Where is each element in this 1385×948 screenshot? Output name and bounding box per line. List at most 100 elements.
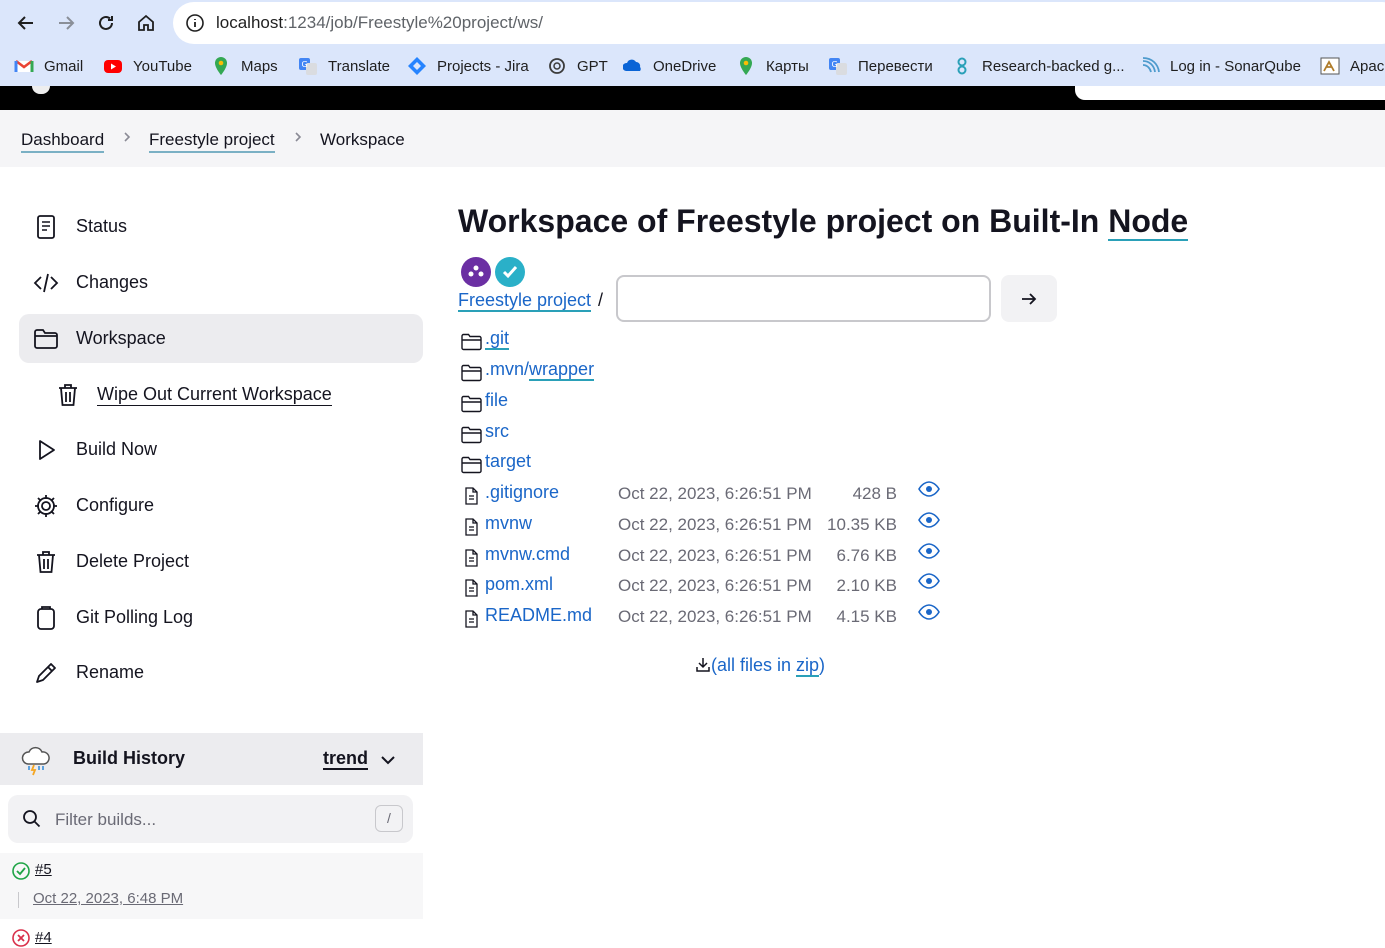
path-root-link[interactable]: Freestyle project xyxy=(458,290,592,312)
breadcrumb: Dashboard Freestyle project Workspace xyxy=(0,110,1385,167)
folder-row[interactable]: src xyxy=(460,421,980,447)
build-row[interactable]: #5 Oct 22, 2023, 6:48 PM xyxy=(0,853,423,919)
check-badge-icon[interactable] xyxy=(495,257,525,287)
sidebar-item-rename[interactable]: Rename xyxy=(19,648,423,697)
folder-link[interactable]: file xyxy=(485,390,508,410)
forward-button[interactable] xyxy=(51,8,81,38)
breadcrumb-freestyle-project[interactable]: Freestyle project xyxy=(149,130,275,153)
sidebar-item-status[interactable]: Status xyxy=(19,202,423,251)
chevron-down-icon[interactable] xyxy=(380,752,396,768)
sidebar-item-label: Rename xyxy=(76,662,145,682)
file-link[interactable]: README.md xyxy=(485,605,592,625)
file-size: 2.10 KB xyxy=(836,576,898,595)
file-date: Oct 22, 2023, 6:26:51 PM xyxy=(618,515,812,534)
chevron-right-icon xyxy=(295,132,302,142)
path-input[interactable] xyxy=(616,275,991,322)
trash-icon xyxy=(59,384,77,406)
sidebar-item-delete-project[interactable]: Delete Project xyxy=(19,537,423,586)
eye-icon[interactable] xyxy=(918,542,940,560)
gmail-icon xyxy=(14,60,34,72)
eye-icon[interactable] xyxy=(918,480,940,498)
file-date: Oct 22, 2023, 6:26:51 PM xyxy=(618,576,812,595)
bookmark-youtube[interactable]: YouTube xyxy=(103,56,192,76)
zip-link[interactable]: zip xyxy=(796,655,820,677)
bookmark-research[interactable]: Research-backed g... xyxy=(952,56,1125,76)
jenkins-logo[interactable] xyxy=(32,86,50,94)
clipboard-icon xyxy=(37,606,55,630)
sidebar-item-label: Delete Project xyxy=(76,551,190,571)
file-row[interactable]: mvnw Oct 22, 2023, 6:26:51 PM 10.35 KB xyxy=(460,511,980,539)
bookmark-maps[interactable]: Maps xyxy=(211,56,278,76)
bookmark-sonarqube[interactable]: Log in - SonarQube xyxy=(1140,56,1301,76)
build-number-link[interactable]: #5 xyxy=(35,861,52,878)
breadcrumb-workspace: Workspace xyxy=(320,130,405,149)
file-row[interactable]: README.md Oct 22, 2023, 6:26:51 PM 4.15 … xyxy=(460,603,980,631)
file-link[interactable]: mvnw xyxy=(485,513,532,533)
home-icon xyxy=(138,14,154,31)
build-row[interactable]: #4 xyxy=(0,921,423,948)
sidebar-item-label: Build Now xyxy=(76,439,158,459)
bookmark-onedrive[interactable]: OneDrive xyxy=(623,56,716,76)
sonarqube-icon xyxy=(1142,57,1160,73)
trend-link[interactable]: trend xyxy=(323,748,368,770)
bookmark-jira[interactable]: Projects - Jira xyxy=(407,56,529,76)
folder-row[interactable]: .mvn/wrapper xyxy=(460,359,980,385)
bookmark-apache[interactable]: Apac xyxy=(1320,56,1384,76)
home-button[interactable] xyxy=(131,8,161,38)
header-search-box[interactable] xyxy=(1075,86,1385,100)
node-link[interactable]: Node xyxy=(1108,203,1189,241)
browser-toolbar: localhost:1234/job/Freestyle%20project/w… xyxy=(0,0,1385,46)
back-button[interactable] xyxy=(11,8,41,38)
translate-icon: G xyxy=(829,58,847,75)
folder-link[interactable]: .git xyxy=(485,328,510,350)
file-row[interactable]: mvnw.cmd Oct 22, 2023, 6:26:51 PM 6.76 K… xyxy=(460,542,980,570)
build-date-link[interactable]: Oct 22, 2023, 6:48 PM xyxy=(33,890,183,907)
bookmark-karty[interactable]: Карты xyxy=(736,56,809,76)
file-row[interactable]: .gitignore Oct 22, 2023, 6:26:51 PM 428 … xyxy=(460,480,980,508)
code-icon xyxy=(33,273,59,293)
file-icon xyxy=(465,487,478,505)
go-button[interactable] xyxy=(1001,275,1057,322)
purple-plugin-icon[interactable] xyxy=(461,257,491,287)
sidebar-item-build-now[interactable]: Build Now xyxy=(19,425,423,474)
bookmark-perevesti[interactable]: G Перевести xyxy=(828,56,933,76)
reload-button[interactable] xyxy=(91,8,121,38)
file-size: 10.35 KB xyxy=(827,515,897,534)
sidebar-item-git-polling-log[interactable]: Git Polling Log xyxy=(19,593,423,642)
build-history-title: Build History xyxy=(73,748,186,768)
folder-link[interactable]: target xyxy=(485,451,531,471)
sidebar-item-wipe-workspace[interactable]: Wipe Out Current Workspace xyxy=(19,370,423,419)
bookmark-translate[interactable]: G Translate xyxy=(298,56,390,76)
play-icon xyxy=(39,440,55,460)
folder-link[interactable]: src xyxy=(485,421,509,441)
subfolder-link[interactable]: wrapper xyxy=(529,359,595,381)
eye-icon[interactable] xyxy=(918,511,940,529)
filter-builds-input[interactable]: Filter builds... / xyxy=(8,795,413,843)
file-link[interactable]: mvnw.cmd xyxy=(485,544,570,564)
folder-row[interactable]: file xyxy=(460,390,980,416)
info-icon[interactable] xyxy=(185,13,205,33)
url-text[interactable]: localhost:1234/job/Freestyle%20project/w… xyxy=(216,13,543,33)
sidebar-item-workspace[interactable]: Workspace xyxy=(19,314,423,363)
eye-icon[interactable] xyxy=(918,572,940,590)
svg-text:G: G xyxy=(832,60,838,69)
sidebar-item-changes[interactable]: Changes xyxy=(19,258,423,307)
address-bar[interactable]: localhost:1234/job/Freestyle%20project/w… xyxy=(173,2,1385,44)
file-size: 4.15 KB xyxy=(836,607,898,626)
bookmark-gmail[interactable]: Gmail xyxy=(14,56,83,76)
bookmarks-bar: Gmail YouTube Maps G Translate Projects -… xyxy=(0,46,1385,86)
path-separator: / xyxy=(598,290,604,310)
breadcrumb-dashboard[interactable]: Dashboard xyxy=(21,130,105,153)
arrow-left-icon xyxy=(17,16,33,30)
file-link[interactable]: pom.xml xyxy=(485,574,553,594)
file-link[interactable]: .gitignore xyxy=(485,482,559,502)
build-number-link[interactable]: #4 xyxy=(35,929,52,946)
file-row[interactable]: pom.xml Oct 22, 2023, 6:26:51 PM 2.10 KB xyxy=(460,572,980,600)
folder-row[interactable]: target xyxy=(460,451,980,477)
folder-link[interactable]: .mvn xyxy=(485,359,524,379)
sidebar-item-configure[interactable]: Configure xyxy=(19,481,423,530)
download-all-zip-link[interactable]: (all files in zip) xyxy=(695,655,825,677)
folder-row[interactable]: .git xyxy=(460,328,980,354)
bookmark-gpt[interactable]: GPT xyxy=(547,56,608,76)
eye-icon[interactable] xyxy=(918,603,940,621)
